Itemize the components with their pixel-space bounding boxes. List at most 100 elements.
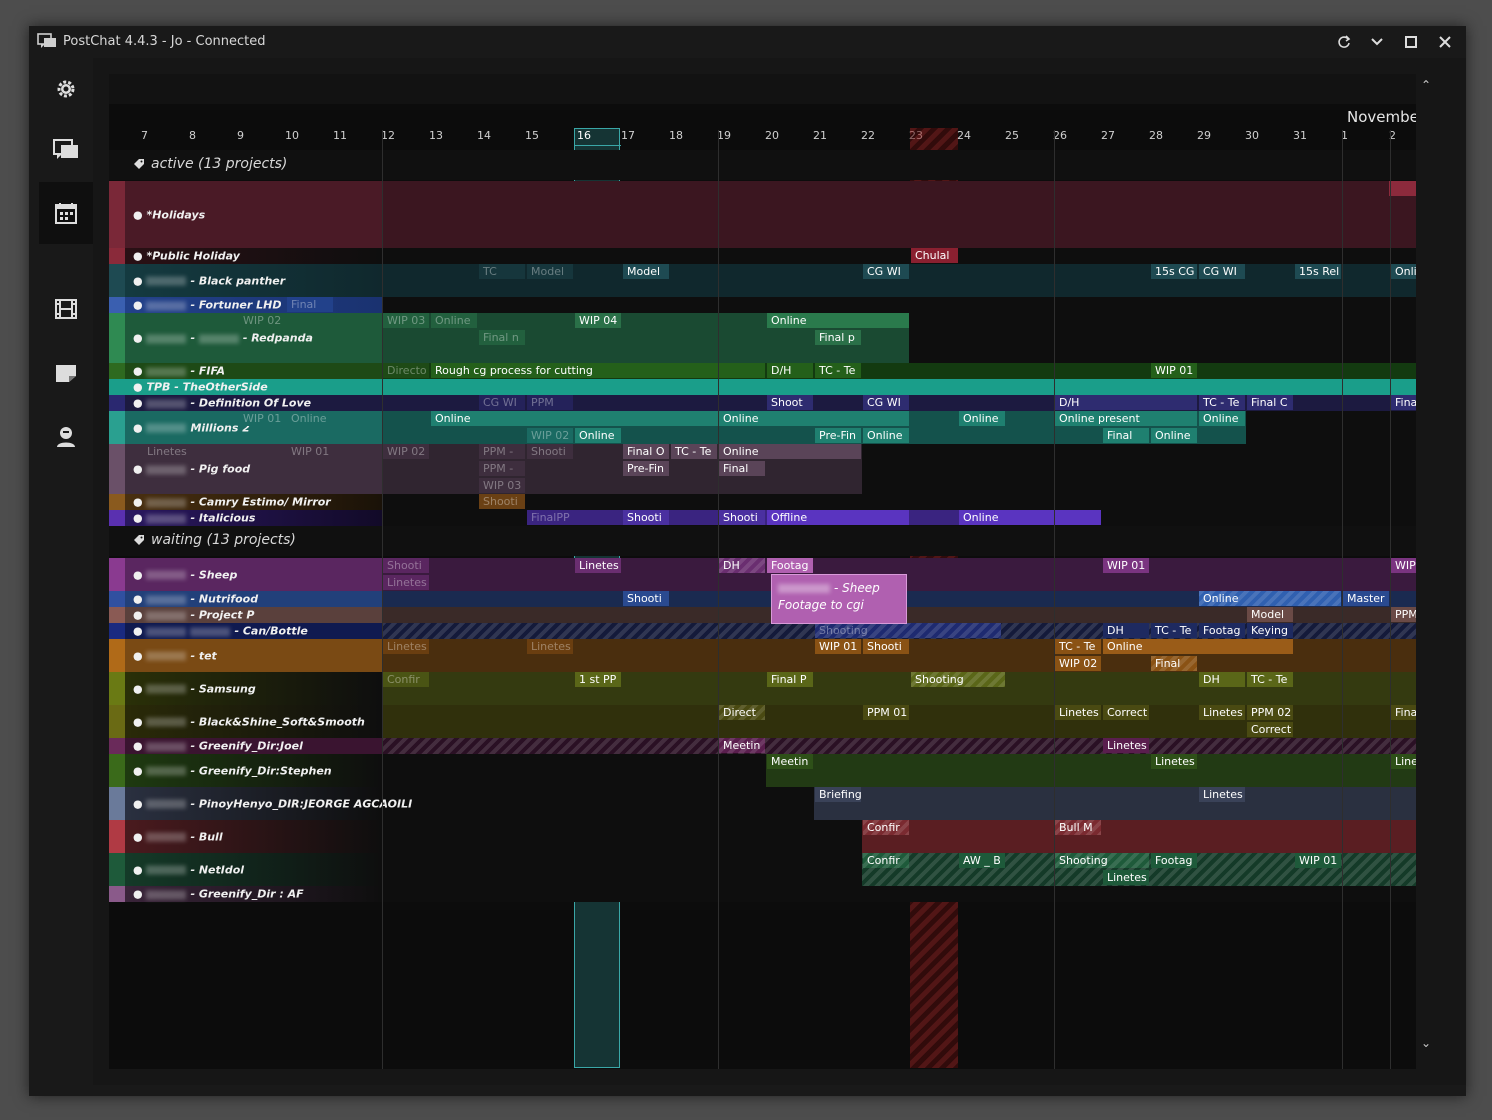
event-bar[interactable]: Linetes <box>143 444 189 459</box>
event-bar[interactable]: DH <box>1103 623 1149 638</box>
event-bar[interactable]: Meetin <box>719 738 765 753</box>
event-bar[interactable]: Online <box>431 411 765 426</box>
event-bar[interactable]: D/H <box>767 363 813 378</box>
event-bar[interactable]: CG WI <box>863 395 909 410</box>
event-bar[interactable]: Model <box>527 264 573 279</box>
event-bar[interactable]: Linetes <box>1103 870 1149 885</box>
row-camry[interactable]: ● - Camry Estimo/ Mirror Shooti <box>109 494 1416 510</box>
event-bar-selected[interactable]: Footag <box>767 558 813 573</box>
event-bar[interactable]: TC - Te <box>1199 395 1245 410</box>
event-bar[interactable]: WIP <box>1391 558 1416 573</box>
event-bar[interactable]: Final <box>719 461 765 476</box>
event-bar[interactable]: Final P <box>767 672 813 687</box>
event-bar[interactable]: 15s CG <box>1151 264 1197 279</box>
event-bar[interactable]: 15s Rel <box>1295 264 1341 279</box>
row-samsung[interactable]: ● - Samsung Confir 1 st PP Final P Shoot… <box>109 672 1416 705</box>
row-nutrifood[interactable]: ● - Nutrifood Shooti Online Master <box>109 591 1416 607</box>
row-public-holiday[interactable]: ● *Public Holiday Chulal <box>109 248 1416 264</box>
row-greenify-joel[interactable]: ● - Greenify_Dir:Joel Meetin Linetes <box>109 738 1416 754</box>
row-greenify-stephen[interactable]: ● - Greenify_Dir:Stephen Meetin Linetes … <box>109 754 1416 787</box>
event-bar[interactable]: Shooti <box>863 639 909 654</box>
sidebar-item-film[interactable] <box>39 278 93 340</box>
event-bar[interactable]: PPM 02 <box>1247 705 1293 720</box>
event-bar[interactable]: WIP 02 <box>239 313 285 328</box>
row-holidays[interactable]: ● *Holidays <box>109 181 1416 248</box>
event-bar[interactable]: Offline <box>767 510 909 525</box>
event-bar[interactable]: Online <box>767 313 909 328</box>
event-bar[interactable]: Shooti <box>719 510 765 525</box>
event-bar[interactable]: TC - Te <box>671 444 717 459</box>
collapse-button[interactable] <box>1365 32 1389 52</box>
event-bar[interactable]: Footag <box>1199 623 1245 638</box>
event-bar[interactable]: PPM - <box>479 461 525 476</box>
event-bar[interactable]: CG WI <box>863 264 909 279</box>
group-header-active[interactable]: active (13 projects) <box>109 150 1416 180</box>
event-bar[interactable]: Online present <box>1055 411 1197 426</box>
event-bar[interactable]: Fina <box>1391 395 1416 410</box>
row-greenify-af[interactable]: ● - Greenify_Dir : AF <box>109 886 1416 902</box>
event-bar[interactable]: Linetes <box>1055 705 1101 720</box>
event-bar[interactable]: Final <box>1103 428 1149 443</box>
event-bar[interactable]: WIP 01 <box>1151 363 1197 378</box>
group-header-waiting[interactable]: waiting (13 projects) <box>109 526 1416 556</box>
event-bar[interactable]: Linetes <box>1103 738 1149 753</box>
event-bar[interactable]: Final C <box>1247 395 1293 410</box>
event-bar[interactable]: PPM - <box>479 444 525 459</box>
row-pigfood[interactable]: ● - Pig food Linetes WIP 01 WIP 02 PPM -… <box>109 444 1416 494</box>
event-bar[interactable]: WIP 03 <box>383 313 429 328</box>
row-definition[interactable]: ● - Definition Of Love CG WI PPM Shoot C… <box>109 395 1416 411</box>
event-bar[interactable]: Final p <box>815 330 861 345</box>
event-bar[interactable]: Shooti <box>383 558 429 573</box>
event-bar[interactable]: Keying <box>1247 623 1293 638</box>
event-bar[interactable]: WIP 02 <box>383 444 429 459</box>
row-black-panther[interactable]: ● - Black panther TC Model Model CG WI 1… <box>109 264 1416 297</box>
event-bar[interactable]: PPM <box>527 395 573 410</box>
event-bar[interactable]: WIP 02 <box>527 428 573 443</box>
scroll-up-icon[interactable]: ⌃ <box>1421 78 1431 92</box>
event-bar[interactable]: Linetes <box>1199 787 1245 802</box>
row-netidol[interactable]: ● - NetIdol Confir AW _ B Shooting Foota… <box>109 853 1416 886</box>
refresh-button[interactable] <box>1332 32 1356 52</box>
event-bar[interactable]: Shooting <box>911 672 1005 687</box>
row-bull[interactable]: ● - Bull Confir Bull M <box>109 820 1416 853</box>
event-bar[interactable]: Linetes <box>527 639 573 654</box>
row-blackshine[interactable]: ● - Black&Shine_Soft&Smooth Direct PPM 0… <box>109 705 1416 738</box>
event-bar[interactable]: Online <box>1151 428 1197 443</box>
event-bar[interactable]: Correct <box>1247 722 1293 737</box>
row-fortuner[interactable]: ● - Fortuner LHD Final <box>109 297 1416 313</box>
event-bar[interactable]: TC - Te <box>1151 623 1197 638</box>
event-bar[interactable]: Linetes <box>383 639 429 654</box>
row-projectp[interactable]: ● - Project P Model PPM <box>109 607 1416 623</box>
maximize-button[interactable] <box>1399 32 1423 52</box>
sidebar-item-settings[interactable] <box>39 58 93 120</box>
event-bar[interactable]: Fina <box>1391 705 1416 720</box>
event-bar[interactable]: Online <box>719 444 861 459</box>
event-bar[interactable]: Model <box>623 264 669 279</box>
event-bar[interactable]: TC - Te <box>1055 639 1101 654</box>
event-bar[interactable]: Online <box>1199 411 1245 426</box>
event-bar[interactable]: Master <box>1343 591 1389 606</box>
event-bar[interactable]: Online <box>1199 591 1341 606</box>
event-bar[interactable]: Shooti <box>527 444 573 459</box>
event-bar[interactable]: WIP 02 <box>1055 656 1101 671</box>
event-bar[interactable]: Shooti <box>623 591 669 606</box>
event-bar[interactable]: WIP 01 <box>287 444 333 459</box>
event-bar[interactable]: Confir <box>863 853 909 868</box>
event-bar[interactable]: Onli <box>1391 264 1416 279</box>
event-bar[interactable]: Confir <box>863 820 909 835</box>
event-bar[interactable]: Correct <box>1103 705 1149 720</box>
close-button[interactable] <box>1433 32 1457 52</box>
event-bar[interactable]: Linetes <box>575 558 621 573</box>
event-bar[interactable]: Online <box>959 411 1005 426</box>
event-bar[interactable]: Line <box>1391 754 1416 769</box>
event-bar[interactable]: DH <box>719 558 765 573</box>
event-bar[interactable]: WIP 01 <box>1295 853 1341 868</box>
event-bar[interactable]: Final <box>1151 656 1197 671</box>
event-bar[interactable]: Final n <box>479 330 525 345</box>
event-bar[interactable]: Online <box>575 428 621 443</box>
event-bar[interactable]: Shooti <box>479 494 525 509</box>
event-bar[interactable]: WIP 03 <box>479 478 525 493</box>
event-bar[interactable]: Meetin <box>767 754 813 769</box>
event-bar[interactable]: TC <box>479 264 525 279</box>
event-bar[interactable]: Footag <box>1151 853 1197 868</box>
